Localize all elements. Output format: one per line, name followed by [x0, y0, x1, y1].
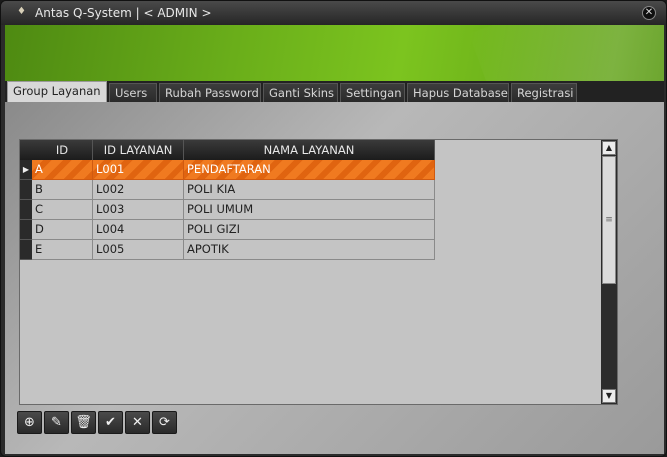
grid-header: ID ID LAYANAN NAMA LAYANAN [20, 140, 435, 160]
cell-id[interactable]: C [32, 200, 93, 220]
column-header-id-layanan[interactable]: ID LAYANAN [93, 140, 184, 160]
row-indicator [20, 240, 32, 260]
app-icon: ♦ [17, 6, 26, 17]
layanan-grid[interactable]: ID ID LAYANAN NAMA LAYANAN ▶ A L001 PEND… [19, 139, 618, 405]
confirm-button[interactable]: ✔ [98, 411, 123, 434]
row-indicator [20, 200, 32, 220]
tab-users[interactable]: Users [109, 83, 157, 102]
column-header-id[interactable]: ID [32, 140, 93, 160]
tab-settingan[interactable]: Settingan [340, 83, 405, 102]
cell-id-layanan[interactable]: L001 [93, 160, 184, 180]
cell-nama-layanan[interactable]: APOTIK [184, 240, 435, 260]
close-icon[interactable]: ✕ [642, 6, 656, 20]
cell-nama-layanan[interactable]: PENDAFTARAN [184, 160, 435, 180]
refresh-icon: ⟳ [159, 415, 170, 430]
cell-id-layanan[interactable]: L004 [93, 220, 184, 240]
delete-button[interactable]: 🗑 [71, 411, 96, 434]
tab-group-layanan[interactable]: Group Layanan [7, 81, 107, 102]
cell-nama-layanan[interactable]: POLI UMUM [184, 200, 435, 220]
cancel-button[interactable]: ✕ [125, 411, 150, 434]
cancel-icon: ✕ [132, 415, 143, 430]
cell-id-layanan[interactable]: L002 [93, 180, 184, 200]
header-banner [5, 25, 664, 81]
tab-content: ID ID LAYANAN NAMA LAYANAN ▶ A L001 PEND… [5, 102, 664, 454]
tab-rubah-password[interactable]: Rubah Password [159, 83, 261, 102]
cell-id-layanan[interactable]: L005 [93, 240, 184, 260]
tab-ganti-skins[interactable]: Ganti Skins [263, 83, 338, 102]
check-icon: ✔ [105, 415, 116, 430]
refresh-button[interactable]: ⟳ [152, 411, 177, 434]
tab-registrasi[interactable]: Registrasi [511, 83, 577, 102]
row-indicator: ▶ [20, 160, 32, 180]
tab-bar: Group Layanan Users Rubah Password Ganti… [5, 81, 664, 102]
scroll-down-icon[interactable]: ▼ [602, 389, 616, 403]
add-button[interactable]: ⊕ [17, 411, 42, 434]
scroll-thumb[interactable]: ≡ [602, 156, 616, 284]
header-indicator [20, 140, 32, 160]
edit-button[interactable]: ✎ [44, 411, 69, 434]
add-icon: ⊕ [24, 415, 35, 430]
tab-hapus-database[interactable]: Hapus Database [407, 83, 509, 102]
cell-id-layanan[interactable]: L003 [93, 200, 184, 220]
column-header-nama-layanan[interactable]: NAMA LAYANAN [184, 140, 435, 160]
cell-id[interactable]: D [32, 220, 93, 240]
delete-icon: 🗑 [75, 415, 92, 430]
cell-id[interactable]: B [32, 180, 93, 200]
app-window: ♦ Antas Q-System | < ADMIN > ✕ Group Lay… [0, 0, 667, 457]
cell-id[interactable]: E [32, 240, 93, 260]
title-bar: ♦ Antas Q-System | < ADMIN > ✕ [1, 1, 666, 25]
cell-nama-layanan[interactable]: POLI GIZI [184, 220, 435, 240]
edit-icon: ✎ [51, 415, 62, 430]
scroll-up-icon[interactable]: ▲ [602, 141, 616, 155]
vertical-scrollbar[interactable]: ▲ ≡ ▼ [601, 140, 617, 404]
window-title: Antas Q-System | < ADMIN > [35, 6, 212, 20]
cell-nama-layanan[interactable]: POLI KIA [184, 180, 435, 200]
row-indicator [20, 220, 32, 240]
row-indicator [20, 180, 32, 200]
cell-id[interactable]: A [32, 160, 93, 180]
